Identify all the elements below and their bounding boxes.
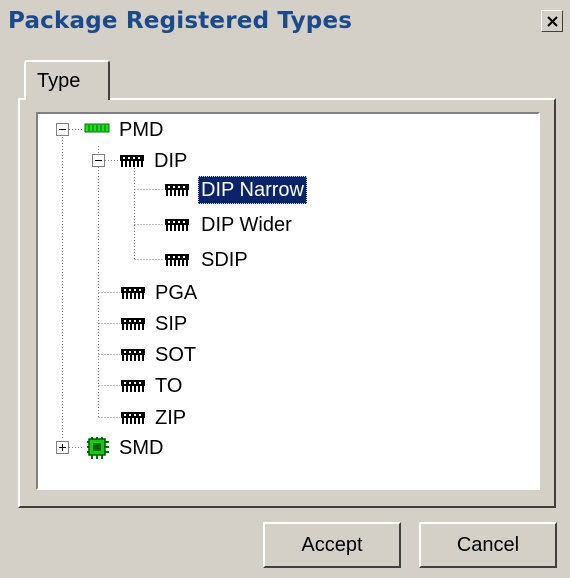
close-button[interactable] (541, 10, 563, 32)
expander-smd[interactable] (56, 441, 69, 454)
tab-type-label: Type (37, 70, 81, 92)
tree-node-label: PMD (119, 119, 164, 141)
tree-node-label: DIP Wider (201, 214, 292, 236)
tree-node-label: SDIP (201, 249, 248, 271)
close-icon (547, 16, 558, 27)
tree-connector-lines (62, 129, 164, 448)
dip-chip-icon (121, 287, 145, 299)
expander-dip[interactable] (92, 154, 105, 167)
tree-node-label: SOT (155, 344, 197, 366)
dip-chip-icon (121, 349, 145, 361)
package-type-tree[interactable]: PMD DIP DIP Narrow DIP Wider SDIP PGA SI… (36, 112, 540, 490)
tree-node-label: SIP (155, 313, 188, 335)
expander-pmd[interactable] (56, 123, 69, 136)
tree-node-label: DIP Narrow (198, 176, 307, 204)
tree-node-label: PGA (155, 282, 198, 304)
dip-chip-icon (120, 155, 144, 167)
smd-chip-icon (87, 437, 109, 459)
tree-node-label: TO (155, 375, 183, 397)
dip-chip-icon (165, 254, 189, 266)
cancel-button[interactable]: Cancel (419, 522, 557, 568)
dip-chip-icon (165, 219, 189, 231)
tab-type[interactable]: Type (24, 60, 110, 100)
dip-chip-icon (121, 412, 145, 424)
accept-button[interactable]: Accept (263, 522, 401, 568)
dip-chip-icon (121, 380, 145, 392)
tree-node-label: SMD (119, 437, 164, 459)
pmd-package-icon (84, 123, 110, 133)
window-title: Package Registered Types (8, 8, 353, 34)
tree-node-label: DIP (154, 150, 188, 172)
dip-chip-icon (121, 318, 145, 330)
package-types-dialog: Package Registered Types Type PMD DIP DI… (0, 0, 570, 578)
tree-node-label: ZIP (155, 407, 187, 429)
dip-chip-icon (165, 184, 189, 196)
title-bar[interactable]: Package Registered Types (0, 0, 570, 46)
